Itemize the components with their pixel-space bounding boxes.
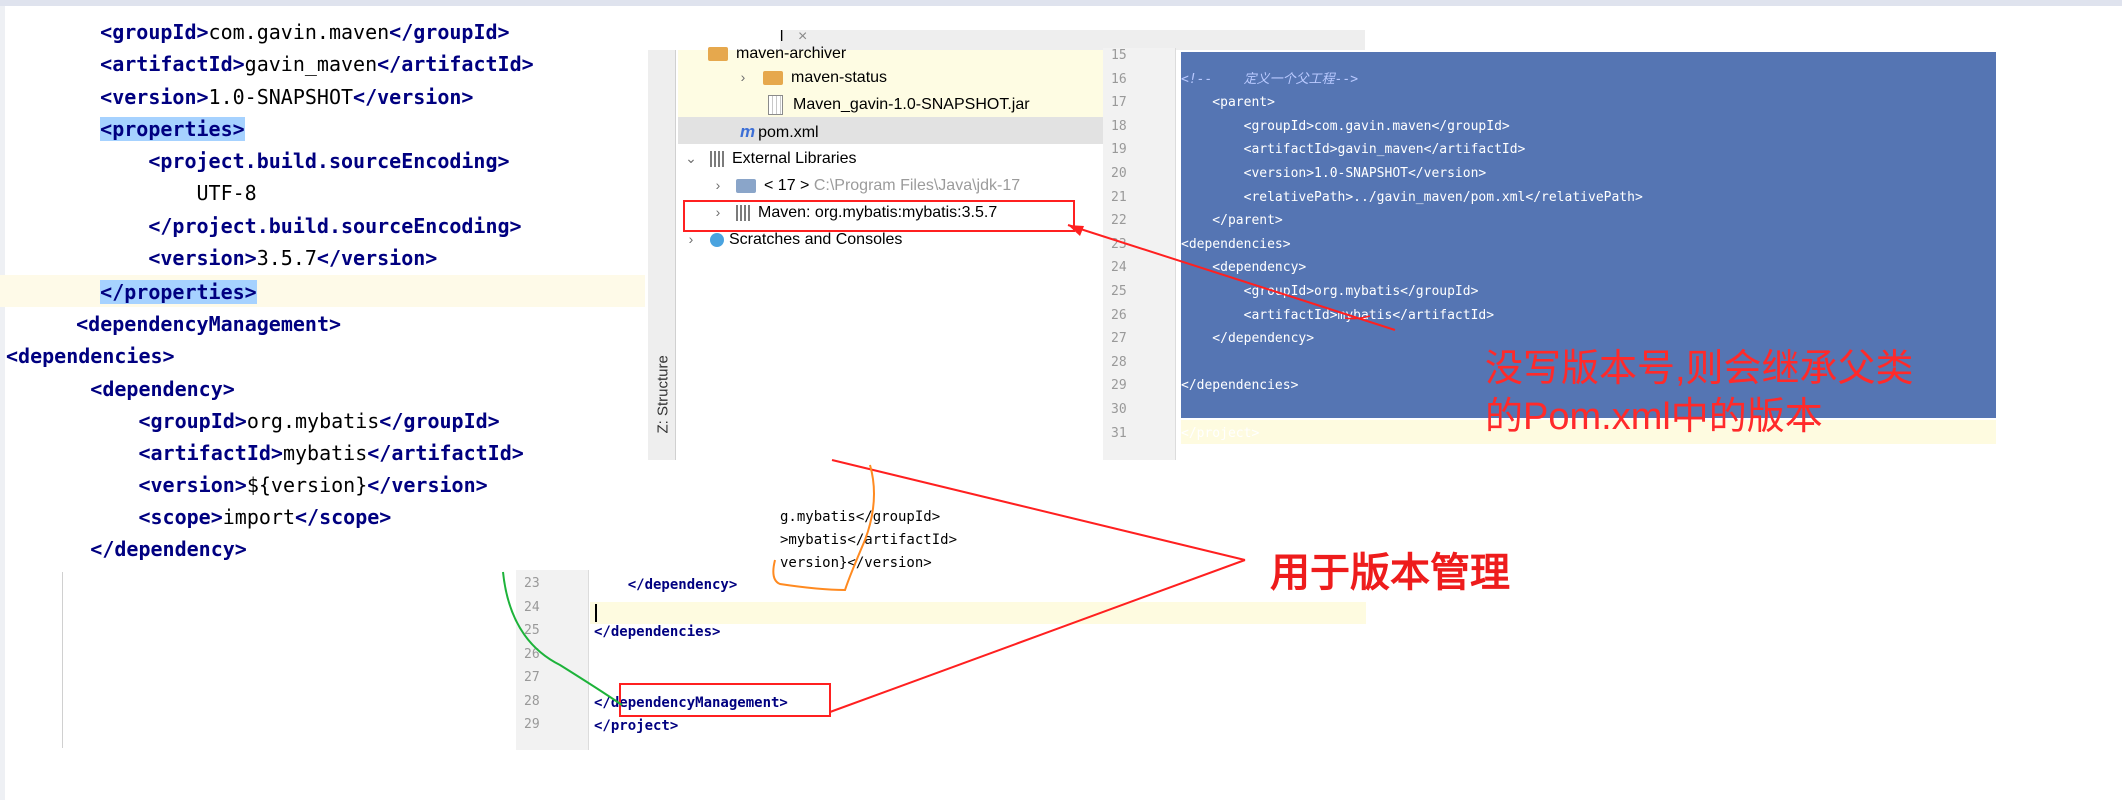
green-bracket	[502, 571, 623, 706]
pointer-line-upper	[831, 459, 1246, 561]
highlight-box-mybatis-library	[683, 200, 1075, 232]
orange-bracket	[772, 464, 875, 592]
highlight-box-dependency-management	[619, 683, 831, 717]
annotation-drawings	[502, 200, 1396, 717]
arrow-line-library	[1067, 224, 1396, 331]
pointer-line-lower	[829, 559, 1246, 713]
